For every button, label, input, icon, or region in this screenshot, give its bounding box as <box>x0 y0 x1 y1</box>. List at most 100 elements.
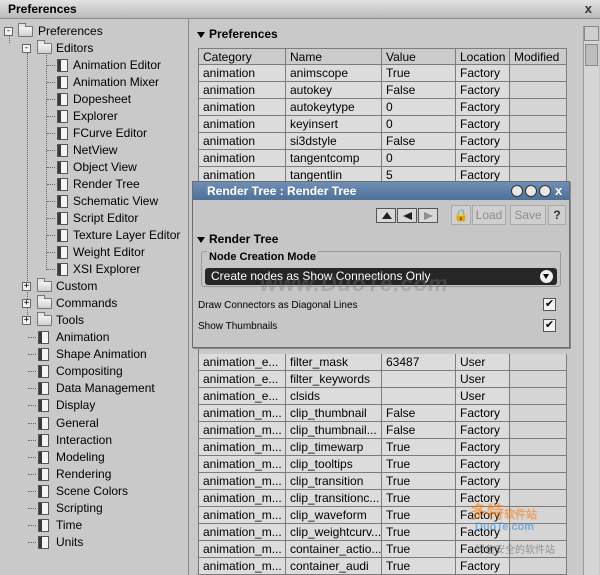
table-row[interactable]: animation autokey False Factory <box>199 82 568 99</box>
table-cell <box>510 133 567 150</box>
table-row[interactable]: animation tangentcomp 0 Factory <box>199 150 568 167</box>
tree-item-editor[interactable]: Script Editor <box>0 210 188 227</box>
tree-item-page[interactable]: Shape Animation <box>0 346 188 363</box>
tree-item-editor[interactable]: Weight Editor <box>0 244 188 261</box>
table-row[interactable]: animation_m... clip_tooltips True Factory <box>199 456 568 473</box>
tree-item-page[interactable]: Data Management <box>0 380 188 397</box>
table-cell: keyinsert <box>286 116 382 133</box>
table-cell: animation_m... <box>199 456 286 473</box>
tree-item-editor[interactable]: XSI Explorer <box>0 261 188 278</box>
table-cell: clsids <box>286 388 382 405</box>
tree-item-editor[interactable]: Object View <box>0 159 188 176</box>
table-cell: clip_weightcurv... <box>286 524 382 541</box>
column-header[interactable]: Name <box>286 48 382 65</box>
table-cell: animation_m... <box>199 541 286 558</box>
table-cell: True <box>382 65 456 82</box>
tree-item-page[interactable]: Units <box>0 534 188 551</box>
pin-icon[interactable] <box>539 185 551 197</box>
table-row[interactable]: animation_m... clip_transition True Factory <box>199 473 568 490</box>
nav-forward-button[interactable] <box>418 208 438 223</box>
table-cell: autokey <box>286 82 382 99</box>
tree-node-label: Dopesheet <box>73 92 132 106</box>
tree-item-editor[interactable]: FCurve Editor <box>0 125 188 142</box>
table-row[interactable]: animation_e... filter_keywords User <box>199 371 568 388</box>
table-cell: User <box>456 388 510 405</box>
column-header[interactable]: Value <box>382 48 456 65</box>
table-row[interactable]: animation keyinsert 0 Factory <box>199 116 568 133</box>
table-cell: False <box>382 82 456 99</box>
table-row[interactable]: animation_m... clip_timewarp True Factory <box>199 439 568 456</box>
tree-node-label: Units <box>56 535 84 550</box>
vertical-scrollbar[interactable] <box>583 26 599 575</box>
tree-item-editor[interactable]: Animation Editor <box>0 57 188 74</box>
tree-item-editor[interactable]: Schematic View <box>0 193 188 210</box>
table-row[interactable]: animation_e... filter_mask 63487 User <box>199 354 568 371</box>
table-row[interactable]: animation si3dstyle False Factory <box>199 133 568 150</box>
tree-item-page[interactable]: Scripting <box>0 500 188 517</box>
page-icon <box>38 536 49 550</box>
column-header[interactable]: Modified <box>510 48 567 65</box>
refresh-icon[interactable] <box>525 185 537 197</box>
link-icon[interactable] <box>511 185 523 197</box>
table-cell: True <box>382 541 456 558</box>
tree-item-editor[interactable]: Render Tree <box>0 176 188 193</box>
render-tree-section-header[interactable]: Render Tree <box>197 231 278 247</box>
page-icon <box>38 467 49 481</box>
lock-icon[interactable]: 🔒 <box>451 205 471 225</box>
table-cell: Factory <box>456 99 510 116</box>
preferences-section-header[interactable]: Preferences <box>197 25 278 43</box>
tree-folder[interactable]: + Tools <box>0 312 188 329</box>
help-button[interactable]: ? <box>548 205 566 225</box>
tree-node-editors[interactable]: - Editors <box>0 40 188 57</box>
column-header[interactable]: Location <box>456 48 510 65</box>
table-row[interactable]: animation_m... clip_thumbnail False Factory <box>199 405 568 422</box>
tree-item-page[interactable]: Interaction <box>0 432 188 449</box>
tree-item-page[interactable]: Animation <box>0 329 188 346</box>
draw-connectors-checkbox[interactable]: ✔ <box>543 298 556 311</box>
tree-node-label: Interaction <box>56 432 113 447</box>
tree-item-page[interactable]: Scene Colors <box>0 483 188 500</box>
tree-node-label: Scene Colors <box>56 483 129 498</box>
close-icon[interactable]: x <box>585 1 592 16</box>
tree-item-editor[interactable]: NetView <box>0 142 188 159</box>
tree-folder[interactable]: + Custom <box>0 278 188 295</box>
table-cell: animscope <box>286 65 382 82</box>
tree-item-editor[interactable]: Explorer <box>0 108 188 125</box>
table-cell <box>510 371 567 388</box>
table-cell: False <box>382 405 456 422</box>
load-button[interactable]: Load <box>472 205 506 225</box>
scroll-thumb[interactable] <box>585 44 598 66</box>
table-row[interactable]: animation_m... clip_thumbnail... False Fact… <box>199 422 568 439</box>
render-tree-window: Render Tree : Render Tree x 🔒 Load Save … <box>192 181 570 348</box>
tree-folder[interactable]: + Commands <box>0 295 188 312</box>
show-thumbnails-checkbox[interactable]: ✔ <box>543 319 556 332</box>
tree-item-page[interactable]: Time <box>0 517 188 534</box>
table-row[interactable]: animation_e... clsids User <box>199 388 568 405</box>
column-header[interactable]: Category <box>199 48 286 65</box>
table-cell <box>510 439 567 456</box>
nav-up-button[interactable] <box>376 208 396 223</box>
table-row[interactable]: animation_m... container_audi True Factory <box>199 558 568 575</box>
tree-node-preferences[interactable]: - Preferences <box>0 23 188 40</box>
close-icon[interactable]: x <box>555 183 562 198</box>
tree-item-page[interactable]: Rendering <box>0 466 188 483</box>
tree-item-page[interactable]: Modeling <box>0 449 188 466</box>
nav-back-button[interactable] <box>397 208 417 223</box>
table-cell: filter_mask <box>286 354 382 371</box>
save-button[interactable]: Save <box>510 205 546 225</box>
tree-item-page[interactable]: General <box>0 415 188 432</box>
table-cell: clip_transitionc... <box>286 490 382 507</box>
table-row[interactable]: animation animscope True Factory <box>199 65 568 82</box>
tree-item-page[interactable]: Compositing <box>0 363 188 380</box>
scroll-up-icon[interactable] <box>584 26 599 41</box>
table-cell: False <box>382 422 456 439</box>
tree-item-editor[interactable]: Animation Mixer <box>0 74 188 91</box>
tree-item-editor[interactable]: Texture Layer Editor <box>0 227 188 244</box>
tree-item-page[interactable]: Display <box>0 397 188 414</box>
watermark-brand: 多特软件站 <box>470 503 537 522</box>
table-cell: True <box>382 456 456 473</box>
tree-item-editor[interactable]: Dopesheet <box>0 91 188 108</box>
table-row[interactable]: animation autokeytype 0 Factory <box>199 99 568 116</box>
table-cell: filter_keywords <box>286 371 382 388</box>
table-cell: clip_tooltips <box>286 456 382 473</box>
